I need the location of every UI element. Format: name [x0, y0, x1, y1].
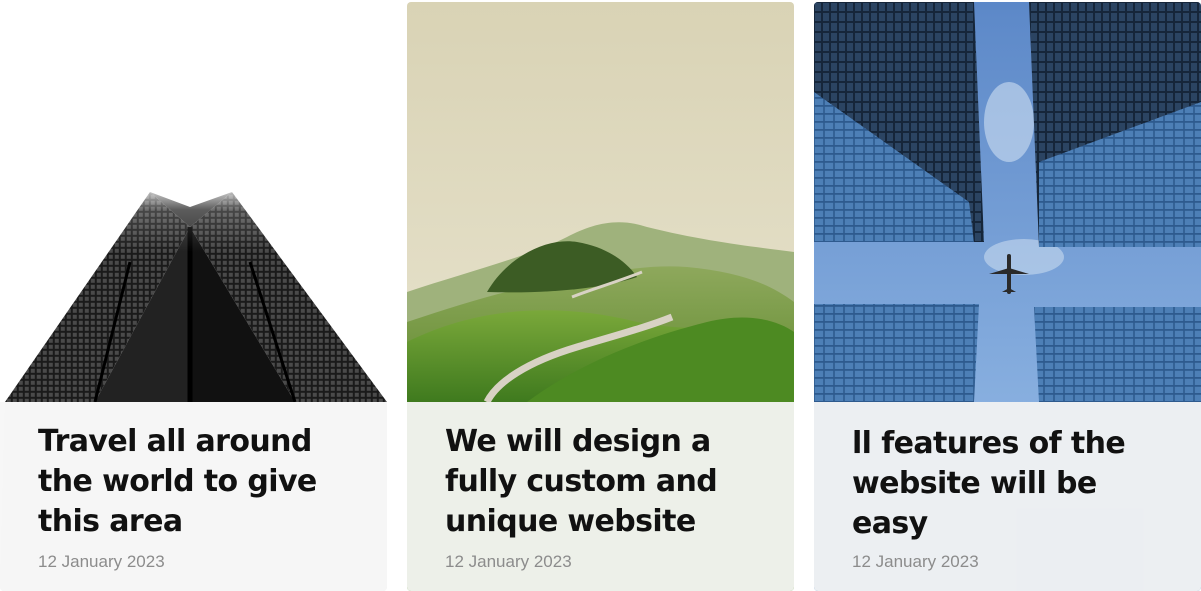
- blog-card-body: ll features of the website will be easy …: [814, 402, 1201, 591]
- blog-card-body: Travel all around the world to give this…: [0, 402, 387, 591]
- blog-card-date: 12 January 2023: [852, 552, 979, 571]
- blog-card-date: 12 January 2023: [38, 552, 165, 571]
- blog-card-title[interactable]: Travel all around the world to give this…: [38, 422, 353, 542]
- blog-card-date: 12 January 2023: [445, 552, 572, 571]
- blog-card[interactable]: ll features of the website will be easy …: [814, 2, 1201, 591]
- blog-card-body: We will design a fully custom and unique…: [407, 402, 794, 591]
- blog-card-title[interactable]: ll features of the website will be easy: [852, 424, 1167, 544]
- blog-card-title[interactable]: We will design a fully custom and unique…: [445, 422, 760, 542]
- blog-card[interactable]: We will design a fully custom and unique…: [407, 2, 794, 591]
- blog-card[interactable]: Travel all around the world to give this…: [0, 2, 387, 591]
